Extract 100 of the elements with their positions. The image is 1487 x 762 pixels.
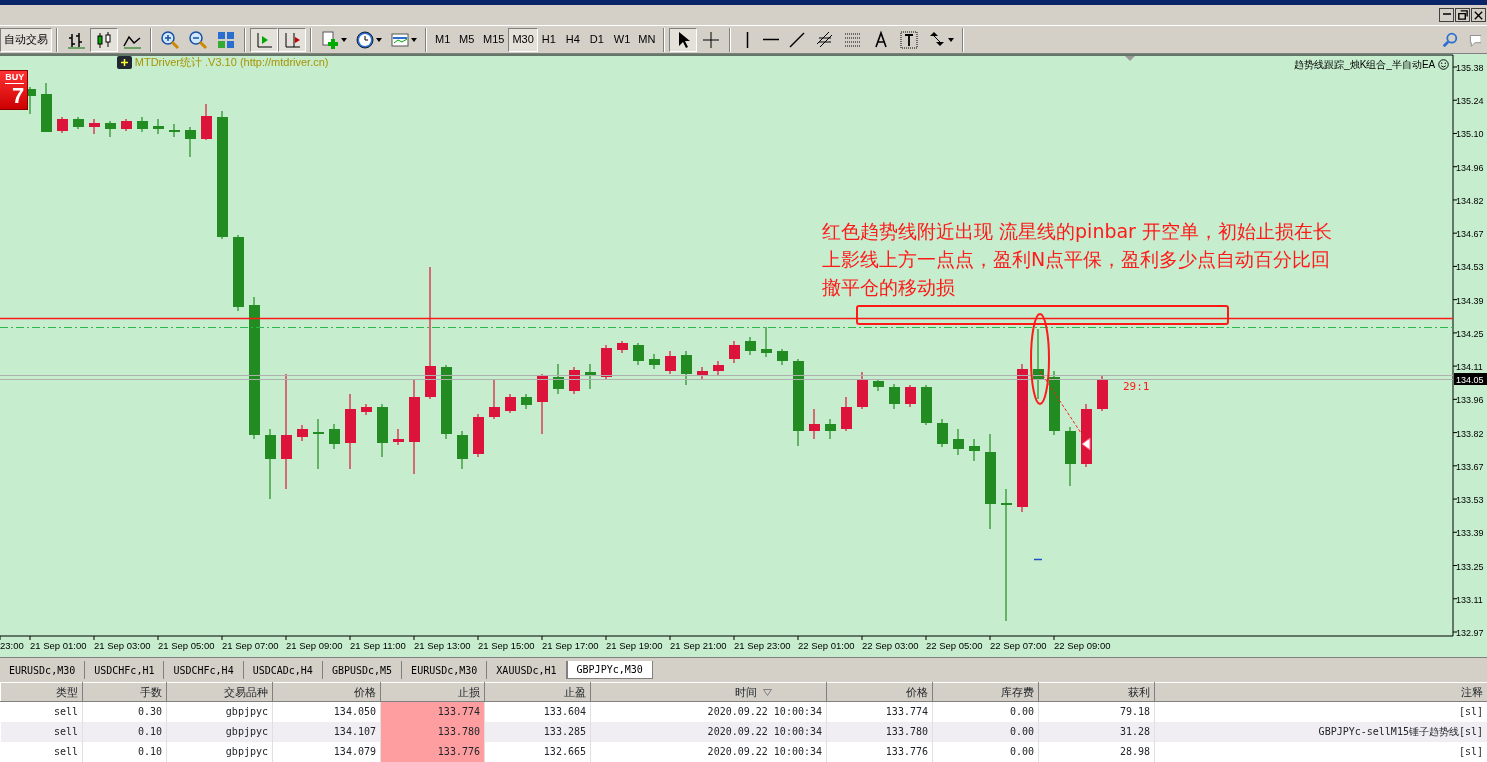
restore-button[interactable] [1455,8,1470,22]
chart-tab[interactable]: GBPJPYc,M30 [566,661,653,679]
caret-icon [948,37,955,42]
column-header[interactable]: 止盈 [484,682,591,702]
price-label: 134.53 [1456,262,1484,273]
chart-tab[interactable]: GBPUSDc,M5 [322,661,403,679]
candlestick [537,373,548,435]
chart-tab[interactable]: USDCHFc,H1 [85,661,165,679]
candlestick [873,378,884,392]
price-label: 133.67 [1456,461,1484,472]
time-label: 22 Sep 03:00 [862,640,919,651]
column-header[interactable]: 价格 [272,682,381,702]
cursor-button[interactable] [669,27,698,52]
candlestick [713,360,724,376]
chart-tab[interactable]: USDCADc,H4 [243,661,323,679]
candlestick [905,384,916,408]
price-label: 134.67 [1456,229,1484,240]
minimize-button[interactable] [1439,8,1454,22]
candlestick [857,371,868,410]
smiley-icon [1438,59,1449,70]
new-chart-icon [320,29,340,50]
timeframe-button[interactable]: MN [634,27,660,52]
horizontal-line-icon [763,38,780,41]
chart-tab[interactable]: XAUUSDc,H1 [487,661,567,679]
table-cell: 132.665 [484,741,591,762]
table-cell: 133.776 [826,741,933,762]
shift-marker-icon [1125,56,1135,61]
time-label: 22 Sep 09:00 [1054,640,1111,651]
search-icon [1441,30,1459,49]
candlestick [393,428,404,446]
candlestick [665,350,676,375]
time-label: 21 Sep 07:00 [222,640,279,651]
candlestick [137,116,148,133]
vertical-line-icon [745,31,749,48]
candlestick [1049,370,1060,436]
column-header[interactable]: 注释 [1154,682,1487,702]
annotation-text: 红色趋势线附近出现 流星线的pinbar 开空单，初始止损在长 上影线上方一点点，盈利N点平保，盈利多少点自动百分比回 撤平仓的移动损 [822,219,1332,300]
candlestick [313,418,324,470]
timeframe-button[interactable]: M15 [479,27,509,52]
ea-name-label: 趋势线跟踪_烛K组合_半自动EA [1294,58,1436,72]
column-header[interactable]: 手数 [82,682,167,702]
table-cell: 133.285 [484,721,591,742]
table-cell: 0.00 [932,741,1039,762]
close-button[interactable] [1471,8,1486,22]
price-label: 135.38 [1456,63,1484,73]
chart-tab[interactable]: EURUSDc,M30 [402,661,488,679]
time-label: 21 Sep 15:00 [478,640,535,651]
table-cell: sell [0,701,83,722]
candlestick [697,366,708,380]
price-label: 133.25 [1456,561,1484,572]
table-cell: 0.30 [82,701,167,722]
price-label: 132.97 [1456,628,1484,638]
autoscroll-button[interactable] [250,27,278,52]
column-header[interactable]: 库存费 [932,682,1039,702]
trade-line [1039,370,1086,440]
column-header[interactable]: 时间 [590,682,827,702]
candlestick [649,353,660,370]
table-cell: [sl] [1154,741,1487,762]
caret-icon [341,37,347,42]
column-header[interactable]: 价格 [826,682,933,702]
chart-tab[interactable]: EURUSDc,M30 [0,661,86,679]
column-header[interactable]: 类型 [0,682,83,702]
timeframe-button[interactable]: D1 [585,27,610,52]
candlestick-button[interactable] [90,27,118,52]
column-header[interactable]: 获利 [1038,682,1155,702]
price-label: 133.11 [1456,594,1483,605]
table-cell: gbpjpyc [166,701,273,722]
candlestick [1033,328,1044,400]
timeframe-button[interactable]: W1 [609,27,635,52]
table-cell: 2020.09.22 10:00:34 [590,721,827,742]
time-label: 21 Sep 01:00 [30,640,87,651]
buy-button[interactable]: BUY 7 [0,70,28,110]
column-header[interactable]: 交易品种 [166,682,273,702]
table-cell: sell [0,741,83,762]
timeframe-button[interactable]: M30 [508,27,538,52]
candlestick [1065,426,1076,487]
column-header[interactable]: 止损 [380,682,485,702]
timeframe-button[interactable]: H4 [561,27,586,52]
caret-icon [411,37,417,42]
time-label: 21 Sep 21:00 [670,640,727,651]
timeframe-button[interactable]: H1 [537,27,562,52]
candlestick [809,408,820,440]
timeframe-button[interactable]: M5 [455,27,479,52]
zoom-out-icon [188,29,208,50]
chart-shift-button[interactable] [278,27,306,52]
price-label: 135.24 [1456,96,1484,107]
candlestick [41,82,52,133]
candlestick [153,118,164,135]
chart-tab[interactable]: USDCHFc,H4 [164,661,244,679]
table-cell: 2020.09.22 10:00:34 [590,741,827,762]
table-cell: 134.079 [272,741,381,762]
autotrade-button[interactable]: 自动交易 [0,27,52,52]
time-label: 21 Sep 17:00 [542,640,599,651]
timeframe-button[interactable]: M1 [431,27,455,52]
candlestick [745,336,756,356]
candlestick [1097,374,1108,412]
restore-icon [1456,9,1469,21]
table-cell: 79.18 [1038,701,1155,722]
candlestick [265,428,276,500]
time-label: 21 Sep 11:00 [350,640,406,651]
